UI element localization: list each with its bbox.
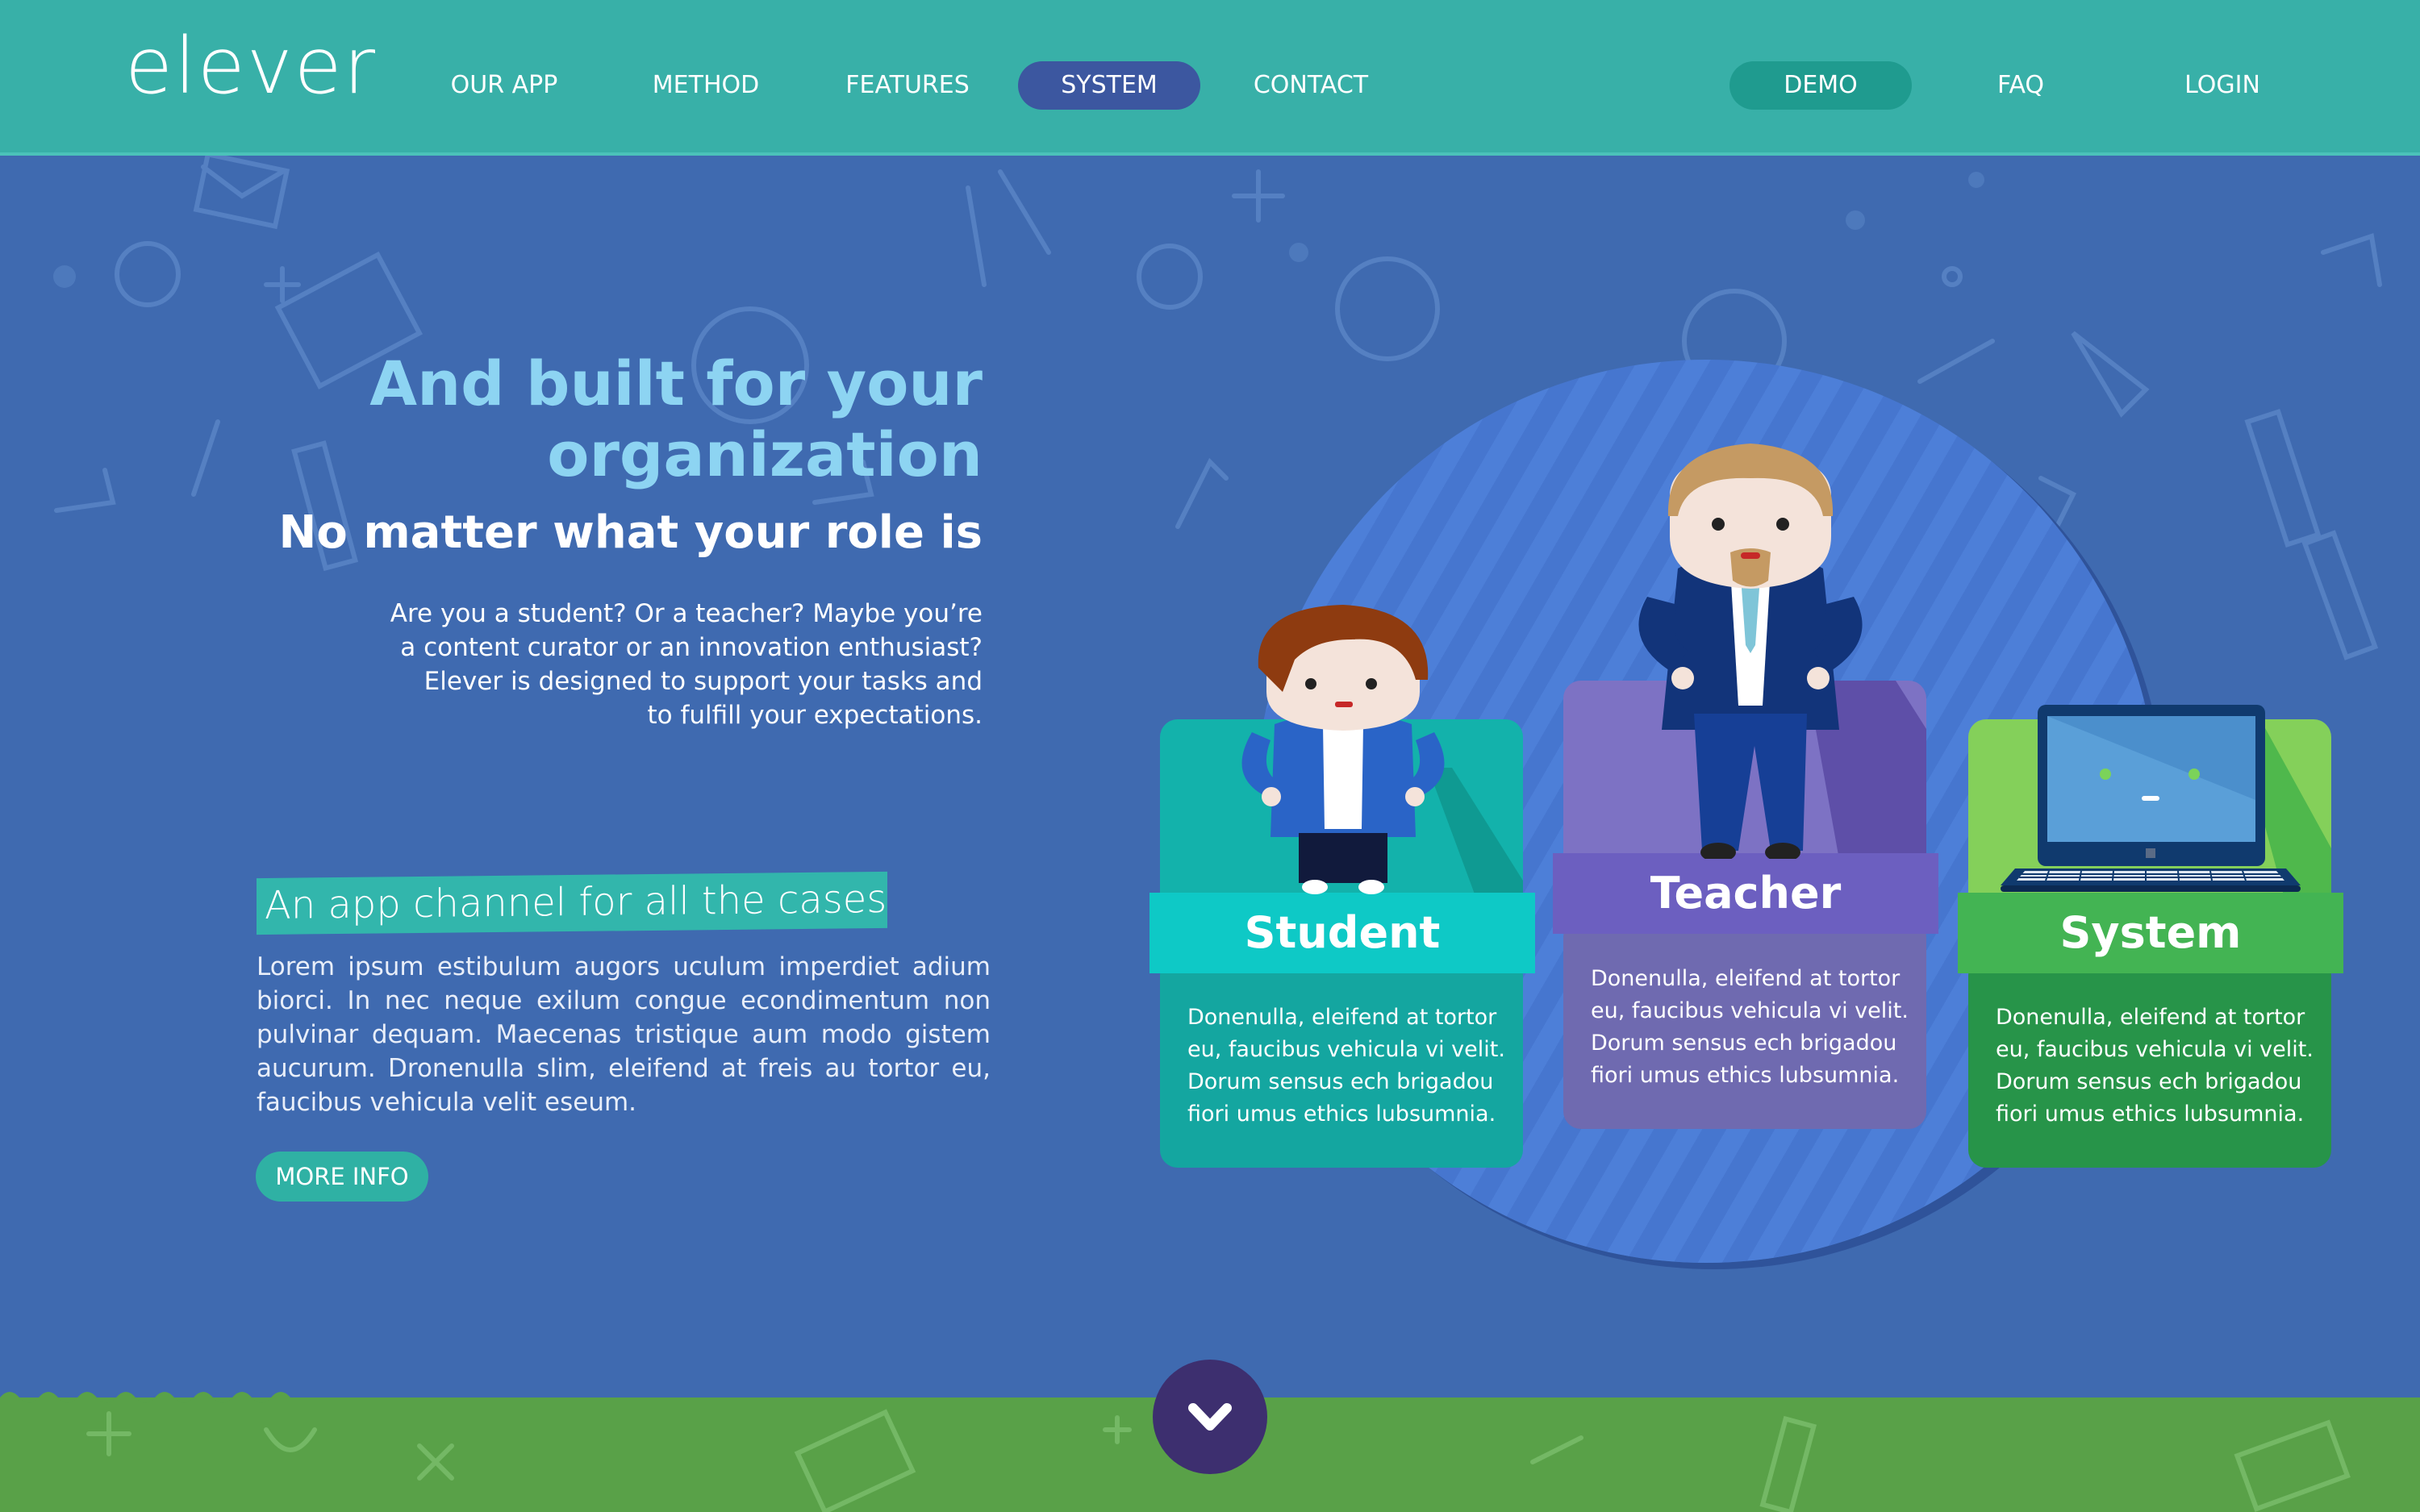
teacher-ribbon: Teacher [1553, 853, 1938, 934]
hero-title-line-1: And built for your [369, 348, 983, 419]
student-text-line: eu, faucibus vehicula vi velit. [1187, 1037, 1505, 1062]
scroll-down-button[interactable] [1153, 1360, 1267, 1474]
nav-system-active[interactable]: SYSTEM [1018, 61, 1200, 110]
teacher-text-line: Donenulla, eleifend at tortor [1591, 966, 1901, 991]
hero-subtitle: No matter what your role is [278, 506, 983, 559]
nav-demo[interactable]: DEMO [1729, 61, 1912, 110]
student-description: Donenulla, eleifend at tortor eu, faucib… [1187, 1002, 1505, 1131]
system-text-line: Donenulla, eleifend at tortor [1996, 1005, 2305, 1030]
intro-line: a content curator or an innovation enthu… [400, 633, 983, 662]
intro-line: to fulfill your expectations. [647, 701, 983, 730]
teacher-text-line: Dorum sensus ech brigadou [1591, 1031, 1897, 1056]
chevron-down-icon [1188, 1403, 1232, 1431]
teacher-character-illustration [1638, 444, 1863, 859]
system-description: Donenulla, eleifend at tortor eu, faucib… [1996, 1002, 2314, 1131]
nav-faq[interactable]: FAQ [1944, 61, 2097, 110]
student-text-line: fiori umus ethics lubsumnia. [1187, 1102, 1496, 1127]
nav-contact[interactable]: CONTACT [1234, 61, 1387, 110]
system-ribbon: System [1958, 893, 2343, 973]
system-text-line: eu, faucibus vehicula vi velit. [1996, 1037, 2314, 1062]
channel-title-banner: An app channel for all the cases [257, 871, 887, 935]
more-info-button[interactable]: MORE INFO [256, 1152, 428, 1202]
channel-description: Lorem ipsum estibulum augors uculum impe… [257, 952, 991, 1117]
nav-login[interactable]: LOGIN [2146, 61, 2299, 110]
teacher-text-line: eu, faucibus vehicula vi velit. [1591, 998, 1909, 1023]
hero-title-line-2: organization [547, 419, 983, 490]
nav-features[interactable]: FEATURES [831, 61, 984, 110]
system-text-line: fiori umus ethics lubsumnia. [1996, 1102, 2305, 1127]
student-character-illustration [1241, 605, 1445, 894]
teacher-text-line: fiori umus ethics lubsumnia. [1591, 1063, 1900, 1088]
top-navbar: elever OUR APP METHOD FEATURES SYSTEM CO… [0, 0, 2420, 156]
student-text-line: Donenulla, eleifend at tortor [1187, 1005, 1497, 1030]
intro-line: Elever is designed to support your tasks… [424, 667, 983, 696]
laptop-illustration [2001, 705, 2301, 892]
student-text-line: Dorum sensus ech brigadou [1187, 1069, 1494, 1094]
hero-intro: Are you a student? Or a teacher? Maybe y… [390, 597, 983, 732]
elever-logo[interactable]: elever [125, 27, 377, 105]
teacher-description: Donenulla, eleifend at tortor eu, faucib… [1591, 963, 1909, 1092]
channel-title: An app channel for all the cases [265, 876, 887, 928]
hero-title: And built for your organization [369, 348, 983, 490]
intro-line: Are you a student? Or a teacher? Maybe y… [390, 599, 983, 628]
system-text-line: Dorum sensus ech brigadou [1996, 1069, 2302, 1094]
page: elever OUR APP METHOD FEATURES SYSTEM CO… [0, 0, 2420, 1512]
student-ribbon: Student [1150, 893, 1535, 973]
nav-our-app[interactable]: OUR APP [428, 61, 581, 110]
nav-method[interactable]: METHOD [629, 61, 782, 110]
